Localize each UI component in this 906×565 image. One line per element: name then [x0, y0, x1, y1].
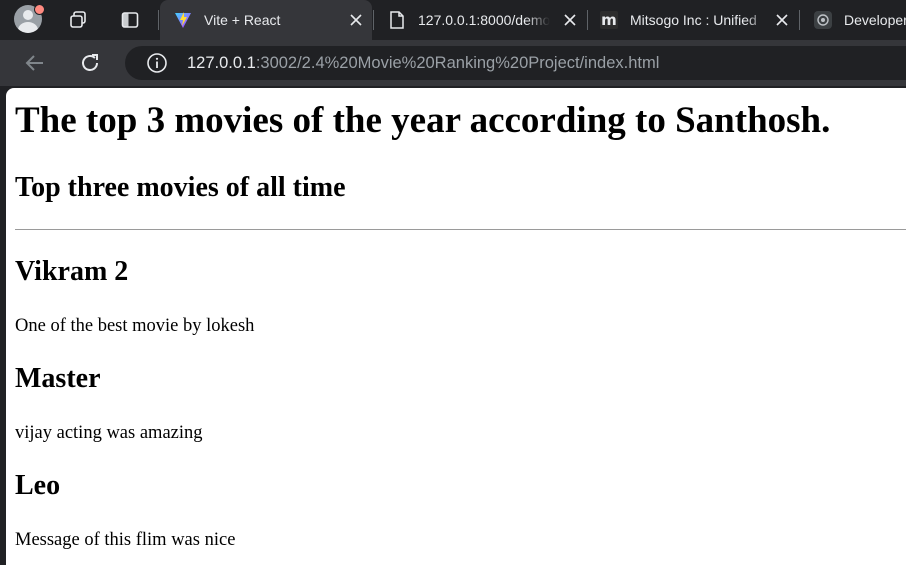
tab-title: 127.0.0.1:8000/demo	[418, 12, 550, 28]
page-subtitle: Top three movies of all time	[15, 172, 346, 203]
movie-description: One of the best movie by lokesh	[15, 316, 255, 336]
reload-icon[interactable]	[76, 49, 104, 77]
vite-icon	[174, 11, 192, 29]
close-tab-icon[interactable]	[562, 12, 578, 28]
tab-title: Developer	[844, 12, 906, 28]
tab-mitsogo[interactable]: m Mitsogo Inc : Unified	[586, 0, 798, 40]
tab-developer[interactable]: Developer	[800, 0, 906, 40]
openai-icon	[814, 11, 832, 29]
tab-vite-react[interactable]: Vite + React	[160, 0, 372, 40]
url-text[interactable]: 127.0.0.1:3002/2.4%20Movie%20Ranking%20P…	[187, 54, 659, 73]
page-title: The top 3 movies of the year according t…	[15, 100, 831, 141]
movie-description: Message of this flim was nice	[15, 530, 236, 550]
tab-strip: Vite + React 127.0.0.1:8000/demo m Mitso…	[0, 0, 906, 40]
tab-groups-icon[interactable]	[66, 8, 90, 32]
close-tab-icon[interactable]	[348, 12, 364, 28]
site-info-icon[interactable]	[146, 52, 168, 74]
mitsogo-m-icon: m	[600, 11, 618, 29]
page-viewport: The top 3 movies of the year according t…	[6, 88, 906, 565]
movie-title: Vikram 2	[15, 256, 129, 287]
movie-description: vijay acting was amazing	[15, 423, 203, 443]
tab-title: Mitsogo Inc : Unified	[630, 12, 757, 28]
movie-title: Master	[15, 363, 101, 394]
address-bar[interactable]: 127.0.0.1:3002/2.4%20Movie%20Ranking%20P…	[125, 46, 906, 80]
tab-separator	[158, 10, 159, 30]
tab-title: Vite + React	[204, 12, 281, 28]
browser-toolbar: 127.0.0.1:3002/2.4%20Movie%20Ranking%20P…	[0, 40, 906, 86]
notification-dot	[34, 4, 45, 15]
document-icon	[388, 11, 406, 29]
tab-localhost-demo[interactable]: 127.0.0.1:8000/demo	[374, 0, 586, 40]
movie-title: Leo	[15, 470, 61, 501]
url-host: 127.0.0.1	[187, 53, 256, 72]
vertical-tabs-icon[interactable]	[118, 8, 142, 32]
divider	[15, 229, 906, 230]
url-path: :3002/2.4%20Movie%20Ranking%20Project/in…	[255, 53, 660, 72]
back-arrow-icon[interactable]	[21, 49, 49, 77]
close-tab-icon[interactable]	[774, 12, 790, 28]
